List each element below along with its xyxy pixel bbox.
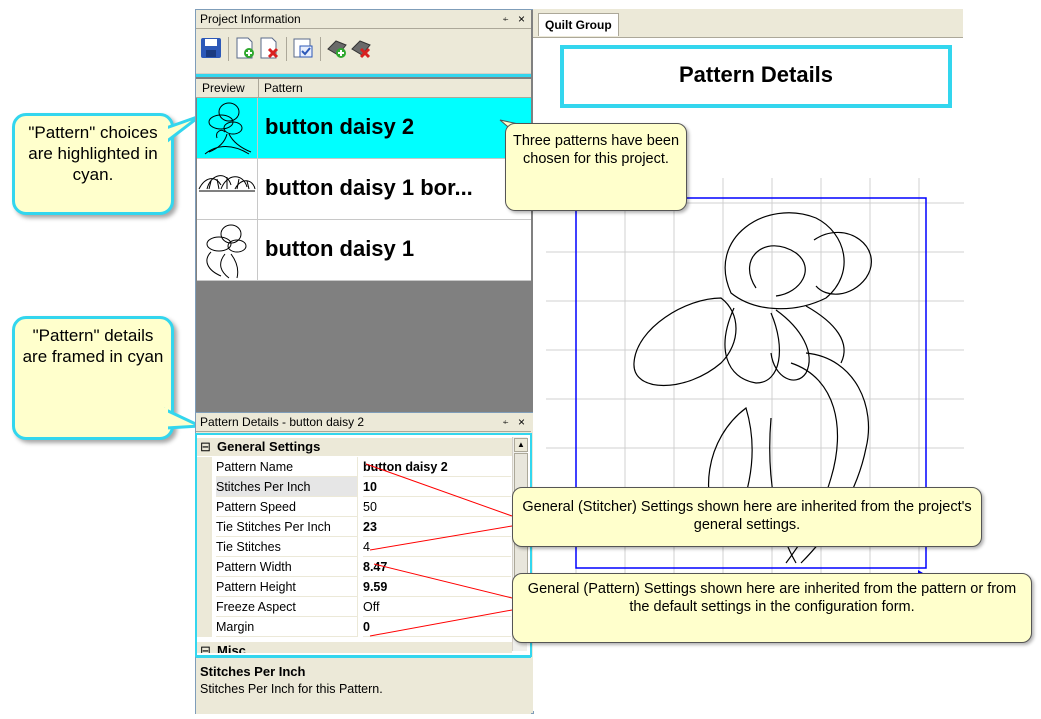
property-key: Tie Stitches Per Inch [216,517,358,537]
toolbar-separator [320,37,321,61]
property-key: Pattern Height [216,577,358,597]
toolbar-separator [286,37,287,61]
property-key: Pattern Name [216,457,358,477]
callout-pattern-details-text: "Pattern" details are framed in cyan [22,326,164,366]
pattern-thumbnail [197,98,258,158]
note-text: General (Pattern) Settings shown here ar… [527,581,1017,615]
note-pattern-settings: General (Pattern) Settings shown here ar… [512,573,1032,643]
property-gutter [197,497,212,517]
column-pattern[interactable]: Pattern [264,79,303,97]
property-gutter [197,537,212,557]
tab-quilt-group[interactable]: Quilt Group [538,13,619,36]
toolbar-separator [228,37,229,61]
project-toolbar [196,29,531,74]
property-key: Pattern Width [216,557,358,577]
remove-pattern-icon[interactable] [258,37,280,59]
pattern-name: button daisy 1 [265,236,415,261]
property-gutter [197,597,212,617]
pattern-properties-icon[interactable] [292,37,314,59]
pattern-name: button daisy 1 bor... [265,175,473,200]
property-help-area: Stitches Per Inch Stitches Per Inch for … [196,655,531,714]
property-gutter [197,477,212,497]
details-panel-title: Pattern Details - button daisy 2 [200,415,365,429]
callout-pattern-choices: "Pattern" choices are highlighted in cya… [12,113,174,215]
collapse-icon[interactable]: ⊟ [200,642,211,653]
close-icon[interactable]: × [518,413,525,431]
pattern-list-header: Preview Pattern [196,79,531,98]
property-key: Stitches Per Inch [216,477,358,497]
pattern-thumbnail [197,159,258,219]
pattern-details-heading-box: Pattern Details [560,45,952,108]
property-gutter [197,517,212,537]
property-gutter [197,557,212,577]
tab-label: Quilt Group [545,18,612,32]
property-gutter [197,457,212,477]
column-preview[interactable]: Preview [202,79,245,97]
project-panel-header: Project Information ⍅ × [196,10,531,29]
help-title: Stitches Per Inch [200,664,306,679]
note-stitcher-settings: General (Stitcher) Settings shown here a… [512,487,982,547]
add-pattern-icon[interactable] [234,37,256,59]
column-divider [258,79,259,97]
property-gutter [197,617,212,637]
category-label: Misc [217,643,246,653]
pin-icon[interactable]: ⍅ [502,413,509,431]
help-text: Stitches Per Inch for this Pattern. [200,682,383,696]
property-gutter [197,577,212,597]
category-label: General Settings [217,439,321,454]
property-key: Margin [216,617,358,637]
pin-icon[interactable]: ⍅ [502,10,509,28]
collapse-icon[interactable]: ⊟ [200,438,211,456]
project-panel-title: Project Information [200,12,301,26]
callout-pattern-details: "Pattern" details are framed in cyan [12,316,174,440]
cyan-frame-line [196,74,531,77]
callout-pattern-choices-text: "Pattern" choices are highlighted in cya… [28,123,158,184]
note-text: General (Stitcher) Settings shown here a… [522,499,972,533]
add-group-icon[interactable] [326,37,348,59]
pattern-name: button daisy 2 [265,114,415,139]
list-item[interactable]: button daisy 1 [197,220,531,281]
pattern-thumbnail [197,220,258,280]
details-panel-header: Pattern Details - button daisy 2 ⍅ × [196,413,531,432]
property-key: Tie Stitches [216,537,358,557]
close-icon[interactable]: × [518,10,525,28]
save-icon[interactable] [200,37,222,59]
list-item[interactable]: button daisy 1 bor... [197,159,531,220]
note-patterns-chosen: Three patterns have been chosen for this… [505,123,687,211]
property-key: Pattern Speed [216,497,358,517]
page-title: Pattern Details [678,62,834,87]
property-key: Freeze Aspect [216,597,358,617]
note-text: Three patterns have been chosen for this… [512,133,680,167]
remove-group-icon[interactable] [350,37,372,59]
